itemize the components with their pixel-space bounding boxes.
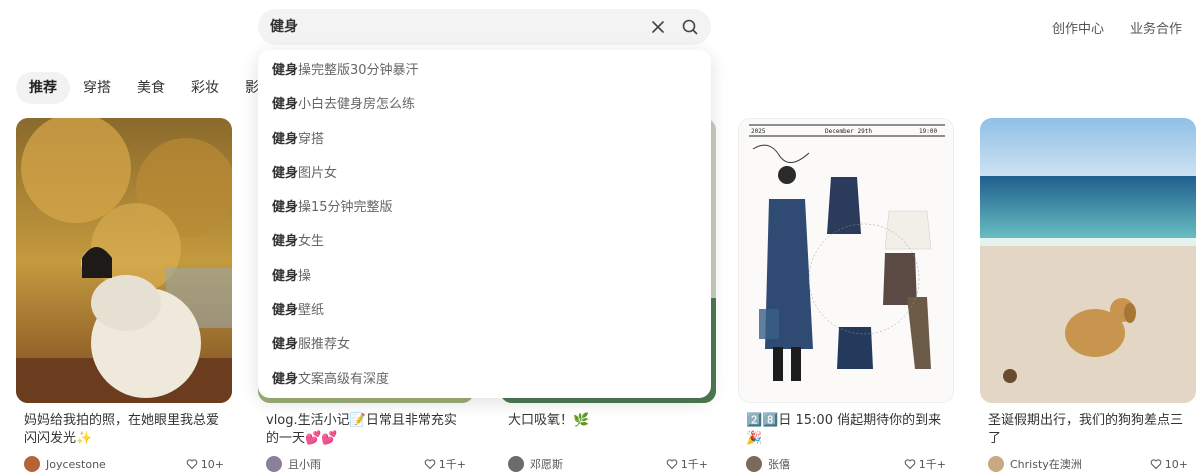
suggestion-match: 健身: [272, 200, 299, 216]
suggestion-match: 健身: [272, 371, 299, 387]
note-title[interactable]: vlog.生活小记📝日常且非常充实的一天💕💕: [258, 412, 474, 448]
suggestion-rest: 服推荐女: [298, 337, 351, 353]
suggestion-rest: 文案高级有深度: [298, 371, 390, 387]
suggestion-item[interactable]: 健身壁纸: [258, 294, 711, 328]
note-author[interactable]: Joycestone: [24, 456, 106, 472]
heart-icon: [424, 459, 436, 470]
search-input[interactable]: 健身: [270, 9, 298, 45]
suggestion-match: 健身: [272, 234, 299, 250]
note-title[interactable]: 大口吸氧！🌿: [500, 412, 716, 448]
avatar: [508, 456, 524, 472]
like-count: 1千+: [438, 458, 466, 471]
card-header-date: December 29th: [825, 128, 872, 135]
note-image[interactable]: 2025 December 29th 19:00: [738, 118, 954, 403]
suggestion-rest: 穿搭: [298, 131, 325, 147]
suggestion-match: 健身: [272, 63, 299, 78]
tab-makeup[interactable]: 彩妆: [178, 72, 232, 104]
suggestion-rest: 操15分钟完整版: [298, 200, 393, 216]
tab-food[interactable]: 美食: [124, 72, 178, 104]
avatar: [24, 456, 40, 472]
note-author[interactable]: 邓愿斯: [508, 456, 563, 472]
suggestion-item[interactable]: 健身服推荐女: [258, 328, 711, 362]
heart-icon: [1150, 459, 1162, 470]
top-nav-links: 创作中心 业务合作: [1052, 18, 1182, 37]
search-box[interactable]: 健身: [258, 9, 711, 45]
suggestion-match: 健身: [272, 337, 299, 353]
like-button[interactable]: 10+: [1150, 458, 1188, 471]
suggestion-item[interactable]: 健身穿搭: [258, 123, 711, 157]
suggestion-item[interactable]: 健身操: [258, 260, 711, 294]
note-card[interactable]: 圣诞假期出行，我们的狗狗差点三了 Christy在澳洲 10+: [980, 118, 1196, 472]
author-name: 且小雨: [288, 458, 321, 471]
note-title[interactable]: 2️⃣8️⃣日 15:00 俏起期待你的到来🎉: [738, 412, 954, 448]
suggestion-item[interactable]: 健身女生: [258, 225, 711, 259]
author-name: Joycestone: [46, 457, 106, 471]
close-icon[interactable]: [649, 18, 667, 36]
avatar: [988, 456, 1004, 472]
suggestion-match: 健身: [272, 268, 299, 284]
suggestion-rest: 壁纸: [298, 303, 325, 319]
avatar: [266, 456, 282, 472]
suggestion-item[interactable]: 健身图片女: [258, 157, 711, 191]
note-card[interactable]: 妈妈给我拍的照，在她眼里我总爱闪闪发光✨ Joycestone 10+: [16, 118, 232, 472]
suggestion-match: 健身: [272, 303, 299, 319]
avatar: [746, 456, 762, 472]
suggestion-match: 健身: [272, 97, 299, 113]
note-image[interactable]: [16, 118, 232, 403]
note-author[interactable]: 且小雨: [266, 456, 321, 472]
category-tabs: 推荐 穿搭 美食 彩妆 影: [16, 72, 272, 104]
note-title[interactable]: 圣诞假期出行，我们的狗狗差点三了: [980, 412, 1196, 448]
like-count: 1千+: [680, 458, 708, 471]
like-button[interactable]: 1千+: [904, 456, 946, 472]
note-card[interactable]: 2025 December 29th 19:00 2️⃣8️⃣日 15:00 俏…: [738, 118, 954, 472]
suggestion-rest: 操: [298, 268, 312, 284]
suggestion-rest: 操完整版30分钟暴汗: [298, 63, 419, 78]
suggestion-item[interactable]: 健身操15分钟完整版: [258, 191, 711, 225]
like-button[interactable]: 1千+: [666, 456, 708, 472]
business-link[interactable]: 业务合作: [1130, 18, 1182, 37]
heart-icon: [186, 459, 198, 470]
search-icon[interactable]: [681, 18, 699, 36]
note-title[interactable]: 妈妈给我拍的照，在她眼里我总爱闪闪发光✨: [16, 412, 232, 448]
like-count: 10+: [200, 457, 224, 471]
suggestion-rest: 小白去健身房怎么练: [298, 97, 416, 113]
suggestion-match: 健身: [272, 131, 299, 147]
author-name: 张僖: [768, 458, 790, 471]
like-button[interactable]: 1千+: [424, 456, 466, 472]
suggestion-match: 健身: [272, 165, 299, 181]
suggestion-item[interactable]: 健身小白去健身房怎么练: [258, 88, 711, 122]
author-name: Christy在澳洲: [1010, 458, 1082, 471]
note-image[interactable]: [980, 118, 1196, 403]
like-count: 1千+: [918, 458, 946, 471]
like-button[interactable]: 10+: [186, 458, 224, 471]
card-header-time: 19:00: [919, 128, 937, 135]
tab-outfit[interactable]: 穿搭: [70, 72, 124, 104]
search-suggestions-dropdown: 健身操完整版30分钟暴汗 健身小白去健身房怎么练 健身穿搭 健身图片女 健身操1…: [258, 50, 711, 398]
suggestion-rest: 女生: [298, 234, 325, 250]
creator-center-link[interactable]: 创作中心: [1052, 18, 1104, 37]
heart-icon: [666, 459, 678, 470]
suggestion-item[interactable]: 健身操完整版30分钟暴汗: [258, 54, 711, 88]
tab-recommend[interactable]: 推荐: [16, 72, 70, 104]
like-count: 10+: [1164, 457, 1188, 471]
note-author[interactable]: 张僖: [746, 456, 790, 472]
author-name: 邓愿斯: [530, 458, 563, 471]
note-author[interactable]: Christy在澳洲: [988, 456, 1082, 472]
card-header-year: 2025: [751, 128, 766, 135]
suggestion-rest: 图片女: [298, 165, 338, 181]
suggestion-item[interactable]: 健身文案高级有深度: [258, 363, 711, 397]
heart-icon: [904, 459, 916, 470]
